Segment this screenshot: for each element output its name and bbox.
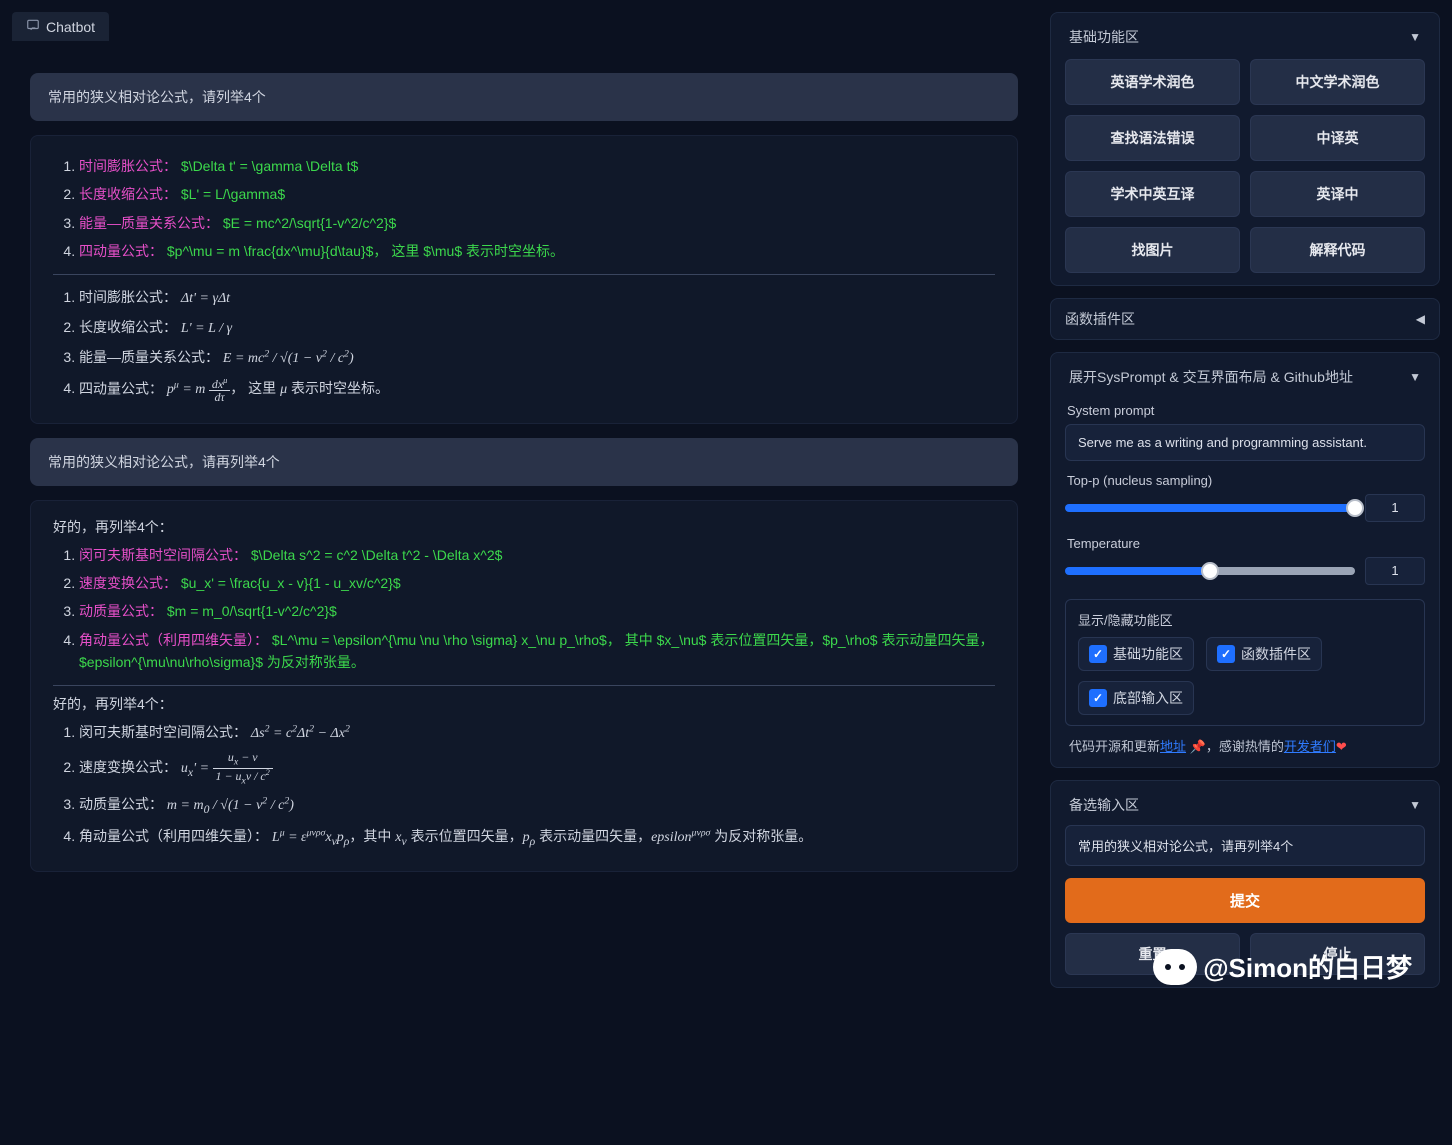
func-btn-academic-trans[interactable]: 学术中英互译 xyxy=(1065,171,1240,217)
list-item: 速度变换公式： $u_x' = \frac{u_x - v}{1 - u_xv/… xyxy=(79,569,995,597)
plugins-panel: 函数插件区 ◀ xyxy=(1050,298,1440,340)
list-item: 能量—质量关系公式： E = mc2 / √(1 − v2 / c2) xyxy=(79,343,995,373)
chat-icon xyxy=(26,18,40,35)
bot-message: 好的，再列举4个： 闵可夫斯基时空间隔公式： $\Delta s^2 = c^2… xyxy=(30,500,1018,872)
divider xyxy=(53,274,995,275)
sidebar: 基础功能区 ▼ 英语学术润色 中文学术润色 查找语法错误 中译英 学术中英互译 … xyxy=(1050,12,1440,1133)
list-item: 四动量公式： $p^\mu = m \frac{dx^\mu}{d\tau}$，… xyxy=(79,237,995,265)
bot-rendered-list: 时间膨胀公式： Δt' = γΔt 长度收缩公式： L' = L / γ 能量—… xyxy=(53,283,995,407)
temp-label: Temperature xyxy=(1067,536,1423,551)
slider-thumb[interactable] xyxy=(1201,562,1219,580)
panel-title: 基础功能区 xyxy=(1069,27,1139,47)
chatbot-tab[interactable]: Chatbot xyxy=(12,12,109,41)
temp-value[interactable]: 1 xyxy=(1365,557,1425,585)
pin-icon: 📌 xyxy=(1190,739,1206,754)
func-btn-zh-en[interactable]: 中译英 xyxy=(1250,115,1425,161)
reset-button[interactable]: 重置 xyxy=(1065,933,1240,975)
user-message: 常用的狭义相对论公式，请再列举4个 xyxy=(30,438,1018,486)
checkbox-icon xyxy=(1089,689,1107,707)
heart-icon: ❤ xyxy=(1336,739,1347,754)
temp-slider[interactable] xyxy=(1065,567,1355,575)
bot-intro: 好的，再列举4个： xyxy=(53,694,995,714)
user-message: 常用的狭义相对论公式，请列举4个 xyxy=(30,73,1018,121)
divider xyxy=(53,685,995,686)
list-item: 长度收缩公式： $L' = L/\gamma$ xyxy=(79,180,995,208)
chevron-down-icon: ▼ xyxy=(1409,370,1421,384)
repo-link[interactable]: 地址 xyxy=(1160,739,1186,754)
list-item: 速度变换公式： ux' = ux − v1 − uxv / c2 xyxy=(79,748,995,790)
list-item: 闵可夫斯基时空间隔公式： Δs2 = c2Δt2 − Δx2 xyxy=(79,718,995,748)
submit-button[interactable]: 提交 xyxy=(1065,878,1425,923)
system-prompt-input[interactable]: Serve me as a writing and programming as… xyxy=(1065,424,1425,461)
func-btn-explain-code[interactable]: 解释代码 xyxy=(1250,227,1425,273)
panel-title: 备选输入区 xyxy=(1069,795,1139,815)
basic-panel-header[interactable]: 基础功能区 ▼ xyxy=(1065,25,1425,57)
topp-label: Top-p (nucleus sampling) xyxy=(1067,473,1423,488)
func-btn-en-zh[interactable]: 英译中 xyxy=(1250,171,1425,217)
credits-line: 代码开源和更新地址 📌，感谢热情的开发者们❤ xyxy=(1065,736,1425,755)
list-item: 角动量公式（利用四维矢量）： $L^\mu = \epsilon^{\mu \n… xyxy=(79,626,995,677)
devs-link[interactable]: 开发者们 xyxy=(1284,739,1336,754)
input-panel-header[interactable]: 备选输入区 ▼ xyxy=(1065,793,1425,825)
advanced-panel: 展开SysPrompt & 交互界面布局 & Github地址 ▼ System… xyxy=(1050,352,1440,768)
checkbox-label: 底部输入区 xyxy=(1113,688,1183,708)
chat-column: Chatbot 常用的狭义相对论公式，请列举4个 时间膨胀公式： $\Delta… xyxy=(12,12,1036,1133)
chat-body: 常用的狭义相对论公式，请列举4个 时间膨胀公式： $\Delta t' = \g… xyxy=(12,41,1036,1133)
list-item: 能量—质量关系公式： $E = mc^2/\sqrt{1-v^2/c^2}$ xyxy=(79,209,995,237)
checkbox-basic[interactable]: 基础功能区 xyxy=(1078,637,1194,671)
list-item: 长度收缩公式： L' = L / γ xyxy=(79,313,995,343)
list-item: 闵可夫斯基时空间隔公式： $\Delta s^2 = c^2 \Delta t^… xyxy=(79,541,995,569)
system-prompt-label: System prompt xyxy=(1067,403,1423,418)
basic-buttons: 英语学术润色 中文学术润色 查找语法错误 中译英 学术中英互译 英译中 找图片 … xyxy=(1065,57,1425,273)
bot-rendered-list: 闵可夫斯基时空间隔公式： Δs2 = c2Δt2 − Δx2 速度变换公式： u… xyxy=(53,718,995,855)
chevron-down-icon: ▼ xyxy=(1409,798,1421,812)
panel-title: 函数插件区 xyxy=(1065,309,1135,329)
chevron-left-icon: ◀ xyxy=(1416,312,1425,326)
topp-value[interactable]: 1 xyxy=(1365,494,1425,522)
input-panel: 备选输入区 ▼ 常用的狭义相对论公式，请再列举4个 提交 重置 停止 xyxy=(1050,780,1440,988)
topp-slider[interactable] xyxy=(1065,504,1355,512)
list-item: 动质量公式： $m = m_0/\sqrt{1-v^2/c^2}$ xyxy=(79,597,995,625)
list-item: 角动量公式（利用四维矢量）： Lμ = εμνρσxνpρ，其中 xν 表示位置… xyxy=(79,822,995,854)
func-btn-zh-polish[interactable]: 中文学术润色 xyxy=(1250,59,1425,105)
alt-input[interactable]: 常用的狭义相对论公式，请再列举4个 xyxy=(1065,825,1425,866)
toggle-label: 显示/隐藏功能区 xyxy=(1078,610,1412,629)
bot-raw-list: 闵可夫斯基时空间隔公式： $\Delta s^2 = c^2 \Delta t^… xyxy=(53,541,995,677)
tab-bar: Chatbot xyxy=(12,12,1036,41)
list-item: 时间膨胀公式： $\Delta t' = \gamma \Delta t$ xyxy=(79,152,995,180)
func-btn-grammar[interactable]: 查找语法错误 xyxy=(1065,115,1240,161)
checkbox-bottom-input[interactable]: 底部输入区 xyxy=(1078,681,1194,715)
checkbox-icon xyxy=(1217,645,1235,663)
checkbox-label: 函数插件区 xyxy=(1241,644,1311,664)
bot-message: 时间膨胀公式： $\Delta t' = \gamma \Delta t$ 长度… xyxy=(30,135,1018,424)
checkbox-icon xyxy=(1089,645,1107,663)
list-item: 动质量公式： m = m0 / √(1 − v2 / c2) xyxy=(79,790,995,822)
stop-button[interactable]: 停止 xyxy=(1250,933,1425,975)
panel-title: 展开SysPrompt & 交互界面布局 & Github地址 xyxy=(1069,367,1353,387)
checkbox-plugin[interactable]: 函数插件区 xyxy=(1206,637,1322,671)
func-btn-find-image[interactable]: 找图片 xyxy=(1065,227,1240,273)
advanced-panel-header[interactable]: 展开SysPrompt & 交互界面布局 & Github地址 ▼ xyxy=(1065,365,1425,397)
list-item: 四动量公式： pμ = m dxμdτ， 这里 μ 表示时空坐标。 xyxy=(79,374,995,407)
user-text: 常用的狭义相对论公式，请列举4个 xyxy=(48,89,266,105)
toggle-group: 显示/隐藏功能区 基础功能区 函数插件区 底部输入区 xyxy=(1065,599,1425,726)
chevron-down-icon: ▼ xyxy=(1409,30,1421,44)
func-btn-en-polish[interactable]: 英语学术润色 xyxy=(1065,59,1240,105)
plugins-panel-header[interactable]: 函数插件区 ◀ xyxy=(1051,299,1439,339)
bot-intro: 好的，再列举4个： xyxy=(53,517,995,537)
list-item: 时间膨胀公式： Δt' = γΔt xyxy=(79,283,995,313)
basic-panel: 基础功能区 ▼ 英语学术润色 中文学术润色 查找语法错误 中译英 学术中英互译 … xyxy=(1050,12,1440,286)
bot-raw-list: 时间膨胀公式： $\Delta t' = \gamma \Delta t$ 长度… xyxy=(53,152,995,266)
tab-label: Chatbot xyxy=(46,19,95,35)
slider-thumb[interactable] xyxy=(1346,499,1364,517)
user-text: 常用的狭义相对论公式，请再列举4个 xyxy=(48,454,280,470)
checkbox-label: 基础功能区 xyxy=(1113,644,1183,664)
